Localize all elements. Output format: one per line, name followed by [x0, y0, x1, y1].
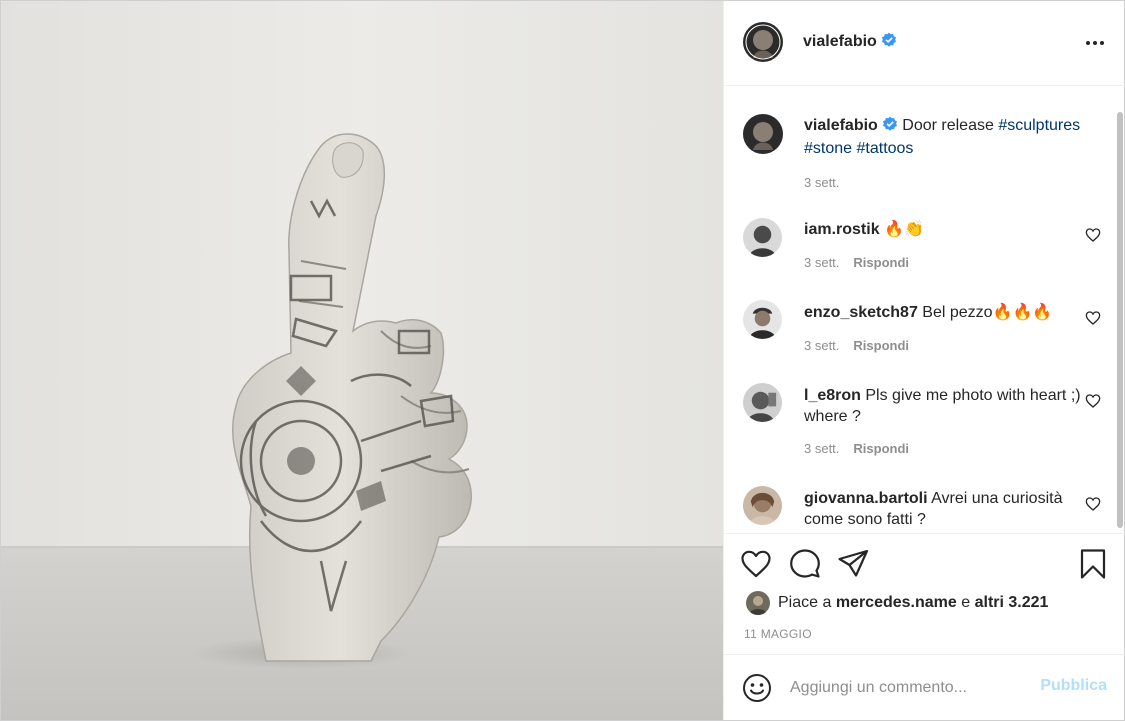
header-author: vialefabio: [803, 32, 897, 53]
bookmark-icon[interactable]: [1077, 548, 1109, 580]
comment-timestamp[interactable]: 3 sett.: [804, 338, 839, 353]
comment-meta: 3 sett. Rispondi: [804, 338, 909, 353]
comment-like-heart-icon[interactable]: [1085, 310, 1101, 326]
caption-text: vialefabio Door release #sculptures #sto…: [804, 115, 1084, 159]
comment-meta: 3 sett. Rispondi: [804, 255, 909, 270]
author-avatar[interactable]: [743, 22, 783, 62]
likes-conjunction: e: [961, 594, 971, 611]
caption-time: 3 sett.: [804, 175, 839, 190]
comment-text: l_e8ron Pls give me photo with heart ;) …: [804, 385, 1084, 427]
comment-meta: 3 sett. Rispondi: [804, 441, 909, 456]
post-date[interactable]: 11 MAGGIO: [744, 627, 812, 641]
tattooed-hand-sculpture-image: [1, 1, 723, 720]
publish-button[interactable]: Pubblica: [1040, 677, 1107, 695]
likes-summary[interactable]: Piace a mercedes.name e altri 3.221: [746, 590, 1048, 616]
commenter-avatar[interactable]: [743, 300, 782, 339]
verified-badge-icon: [882, 116, 898, 138]
post-details-panel: vialefabio vialefabio Door release #scul…: [723, 1, 1125, 720]
commenter-avatar[interactable]: [743, 486, 782, 525]
hashtag-stone[interactable]: #stone: [804, 140, 852, 157]
comments-scrollbar[interactable]: [1117, 112, 1123, 528]
paper-plane-icon[interactable]: [837, 548, 869, 580]
commenter-username[interactable]: enzo_sketch87: [804, 304, 918, 321]
comment-timestamp[interactable]: 3 sett.: [804, 255, 839, 270]
commenter-avatar[interactable]: [743, 218, 782, 257]
comments-list[interactable]: vialefabio Door release #sculptures #sto…: [724, 87, 1125, 533]
likes-prefix: Piace a: [778, 594, 832, 611]
commenter-username[interactable]: iam.rostik: [804, 221, 880, 238]
comment-input[interactable]: [790, 675, 1030, 701]
emoji-smile-icon[interactable]: [742, 673, 772, 703]
reply-button[interactable]: Rispondi: [853, 338, 909, 353]
post-window: vialefabio vialefabio Door release #scul…: [0, 0, 1125, 721]
comment-like-heart-icon[interactable]: [1085, 393, 1101, 409]
post-photo[interactable]: [1, 1, 723, 720]
heart-icon[interactable]: [740, 548, 772, 580]
comment-text: iam.rostik 🔥👏: [804, 219, 1084, 240]
comment-body: 🔥👏: [884, 221, 924, 238]
post-header: vialefabio: [724, 1, 1125, 86]
commenter-username[interactable]: giovanna.bartoli: [804, 490, 928, 507]
more-horizontal-icon[interactable]: [1085, 33, 1105, 53]
comment-bubble-icon[interactable]: [789, 548, 821, 580]
post-actions: Piace a mercedes.name e altri 3.221 11 M…: [724, 533, 1125, 654]
comment-timestamp[interactable]: 3 sett.: [804, 441, 839, 456]
commenter-avatar[interactable]: [743, 383, 782, 422]
comment-like-heart-icon[interactable]: [1085, 227, 1101, 243]
commenter-username[interactable]: l_e8ron: [804, 387, 861, 404]
caption-body: Door release: [902, 117, 994, 134]
liker-username[interactable]: mercedes.name: [836, 594, 957, 612]
author-username[interactable]: vialefabio: [803, 33, 877, 50]
caption-timestamp[interactable]: 3 sett.: [804, 175, 839, 190]
hashtag-sculptures[interactable]: #sculptures: [998, 117, 1080, 134]
liker-avatar[interactable]: [746, 591, 770, 615]
likes-others-count[interactable]: altri 3.221: [975, 594, 1049, 612]
reply-button[interactable]: Rispondi: [853, 441, 909, 456]
comment-body: Bel pezzo🔥🔥🔥: [922, 304, 1053, 321]
author-avatar[interactable]: [743, 114, 783, 154]
comment-text: giovanna.bartoli Avrei una curiosità com…: [804, 488, 1084, 530]
comment-composer: Pubblica: [724, 654, 1125, 720]
reply-button[interactable]: Rispondi: [853, 255, 909, 270]
verified-badge-icon: [881, 32, 897, 53]
caption-username[interactable]: vialefabio: [804, 117, 878, 134]
hashtag-tattoos[interactable]: #tattoos: [857, 140, 914, 157]
comment-like-heart-icon[interactable]: [1085, 496, 1101, 512]
comment-text: enzo_sketch87 Bel pezzo🔥🔥🔥: [804, 302, 1084, 323]
